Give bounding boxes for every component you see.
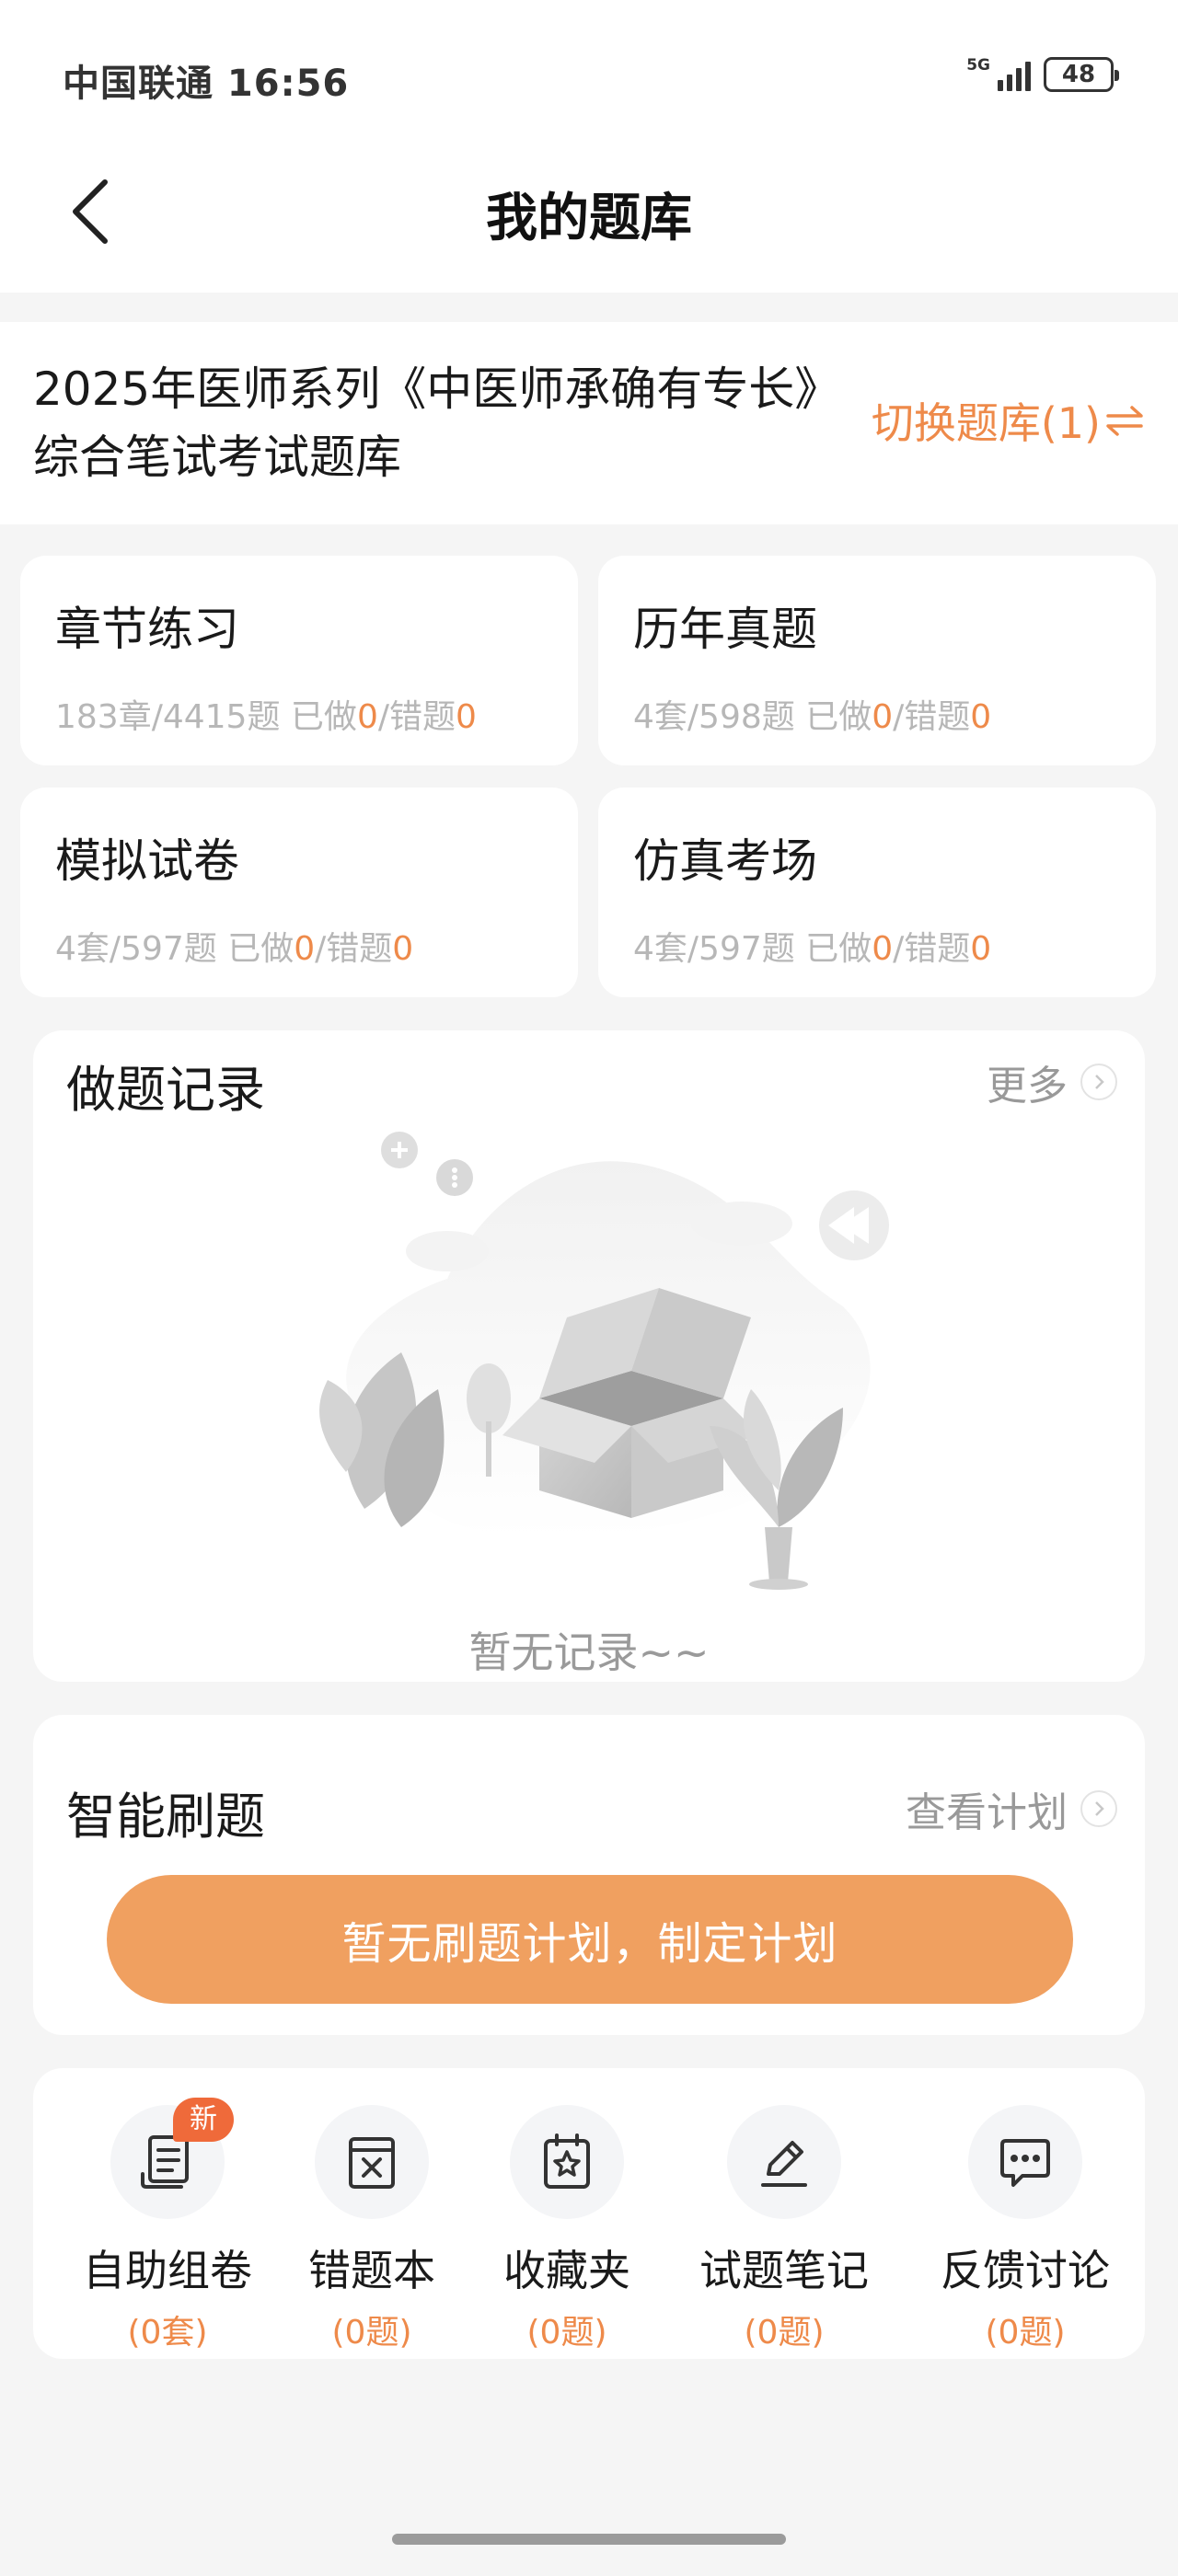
switch-bank-label: 切换题库(1): [871, 398, 1101, 448]
card-past-exams[interactable]: 历年真题 4套/598题 已做0/错题0: [598, 556, 1156, 765]
battery-icon: 48: [1044, 57, 1119, 92]
empty-records-text: 暂无记录~~: [468, 1627, 710, 1677]
card-stats: 4套/597题 已做0/错题0: [55, 930, 414, 968]
top-area: 中国联通 16:56 5G 48 我的题库: [0, 0, 1178, 293]
card-stats: 183章/4415题 已做0/错题0: [55, 698, 477, 736]
tool-count: (0题): [331, 2314, 412, 2352]
view-plan-label: 查看计划: [906, 1789, 1068, 1836]
tool-count: (0题): [526, 2314, 607, 2352]
tool-icon-circle: [510, 2105, 624, 2219]
card-stats: 4套/597题 已做0/错题0: [633, 930, 992, 968]
chat-bubble-icon: [1000, 2139, 1050, 2187]
status-carrier-time: 中国联通 16:56: [63, 63, 350, 105]
tool-label: 错题本: [308, 2246, 435, 2295]
tool-count: (0套): [127, 2314, 208, 2352]
tool-count: (0题): [985, 2314, 1066, 2352]
question-bank-bar: 2025年医师系列《中医师承确有专长》综合笔试考试题库 切换题库(1): [0, 322, 1178, 524]
tool-label: 收藏夹: [503, 2246, 630, 2295]
tool-label: 反馈讨论: [941, 2246, 1110, 2295]
tool-favorites[interactable]: 收藏夹 (0题): [456, 2105, 677, 2353]
card-title: 章节练习: [55, 603, 239, 656]
bank-name: 2025年医师系列《中医师承确有专长》综合笔试考试题库: [33, 362, 841, 484]
page-title: 我的题库: [486, 189, 692, 248]
practice-records-section: 做题记录 更多 暂无记录~~: [33, 1030, 1145, 1682]
status-indicators: 5G 48: [966, 57, 1119, 92]
network-type: 5G: [966, 56, 990, 75]
empty-box-illustration: [319, 1132, 889, 1590]
tool-count: (0题): [744, 2314, 825, 2352]
tool-custom-paper[interactable]: 新 自助组卷 (0套): [57, 2098, 278, 2353]
tool-label: 自助组卷: [83, 2246, 252, 2295]
tool-feedback[interactable]: 反馈讨论 (0题): [915, 2105, 1136, 2353]
header: 我的题库: [0, 156, 1178, 267]
more-label: 更多: [987, 1063, 1068, 1110]
card-stats: 4套/598题 已做0/错题0: [633, 698, 992, 736]
create-plan-button[interactable]: 暂无刷题计划，制定计划: [107, 1875, 1073, 2004]
card-title: 仿真考场: [633, 834, 817, 888]
card-chapter-practice[interactable]: 章节练习 183章/4415题 已做0/错题0: [20, 556, 578, 765]
new-badge: 新: [173, 2098, 234, 2142]
card-simulated-exam[interactable]: 仿真考场 4套/597题 已做0/错题0: [598, 788, 1156, 997]
smart-practice-section: 智能刷题 查看计划 暂无刷题计划，制定计划: [33, 1715, 1145, 2035]
tool-notes[interactable]: 试题笔记 (0题): [674, 2105, 895, 2353]
pen-note-icon: [761, 2141, 807, 2187]
signal-icon: 5G: [966, 58, 1031, 91]
star-folder-icon: [544, 2133, 590, 2189]
card-title: 历年真题: [633, 603, 817, 656]
swap-arrows-icon: [1106, 406, 1143, 436]
smart-title: 智能刷题: [66, 1788, 265, 1846]
chevron-right-icon: [1080, 1064, 1117, 1100]
status-bar: 中国联通 16:56 5G 48: [0, 0, 1178, 156]
card-title: 模拟试卷: [55, 834, 239, 888]
tools-section: 新 自助组卷 (0套) 错题本 (0题) 收藏夹 (0题) 试题笔记 (0题) …: [33, 2068, 1145, 2359]
tool-icon-circle: [315, 2105, 429, 2219]
card-mock-papers[interactable]: 模拟试卷 4套/597题 已做0/错题0: [20, 788, 578, 997]
view-plan-link[interactable]: 查看计划: [906, 1779, 1117, 1838]
home-indicator[interactable]: [392, 2534, 786, 2545]
wrong-book-icon: [349, 2137, 395, 2189]
switch-bank-button[interactable]: 切换题库(1): [872, 390, 1145, 451]
tool-icon-circle: [968, 2105, 1082, 2219]
chevron-right-icon: [1080, 1790, 1117, 1827]
tool-wrong-book[interactable]: 错题本 (0题): [261, 2105, 482, 2353]
tool-label: 试题笔记: [699, 2246, 869, 2295]
battery-level: 48: [1061, 61, 1096, 88]
tool-icon-circle: [727, 2105, 841, 2219]
records-title: 做题记录: [66, 1061, 265, 1119]
page: 中国联通 16:56 5G 48 我的题库 2025年医师系列《中医师承确有专长…: [0, 0, 1178, 2576]
records-more-link[interactable]: 更多: [987, 1052, 1117, 1111]
